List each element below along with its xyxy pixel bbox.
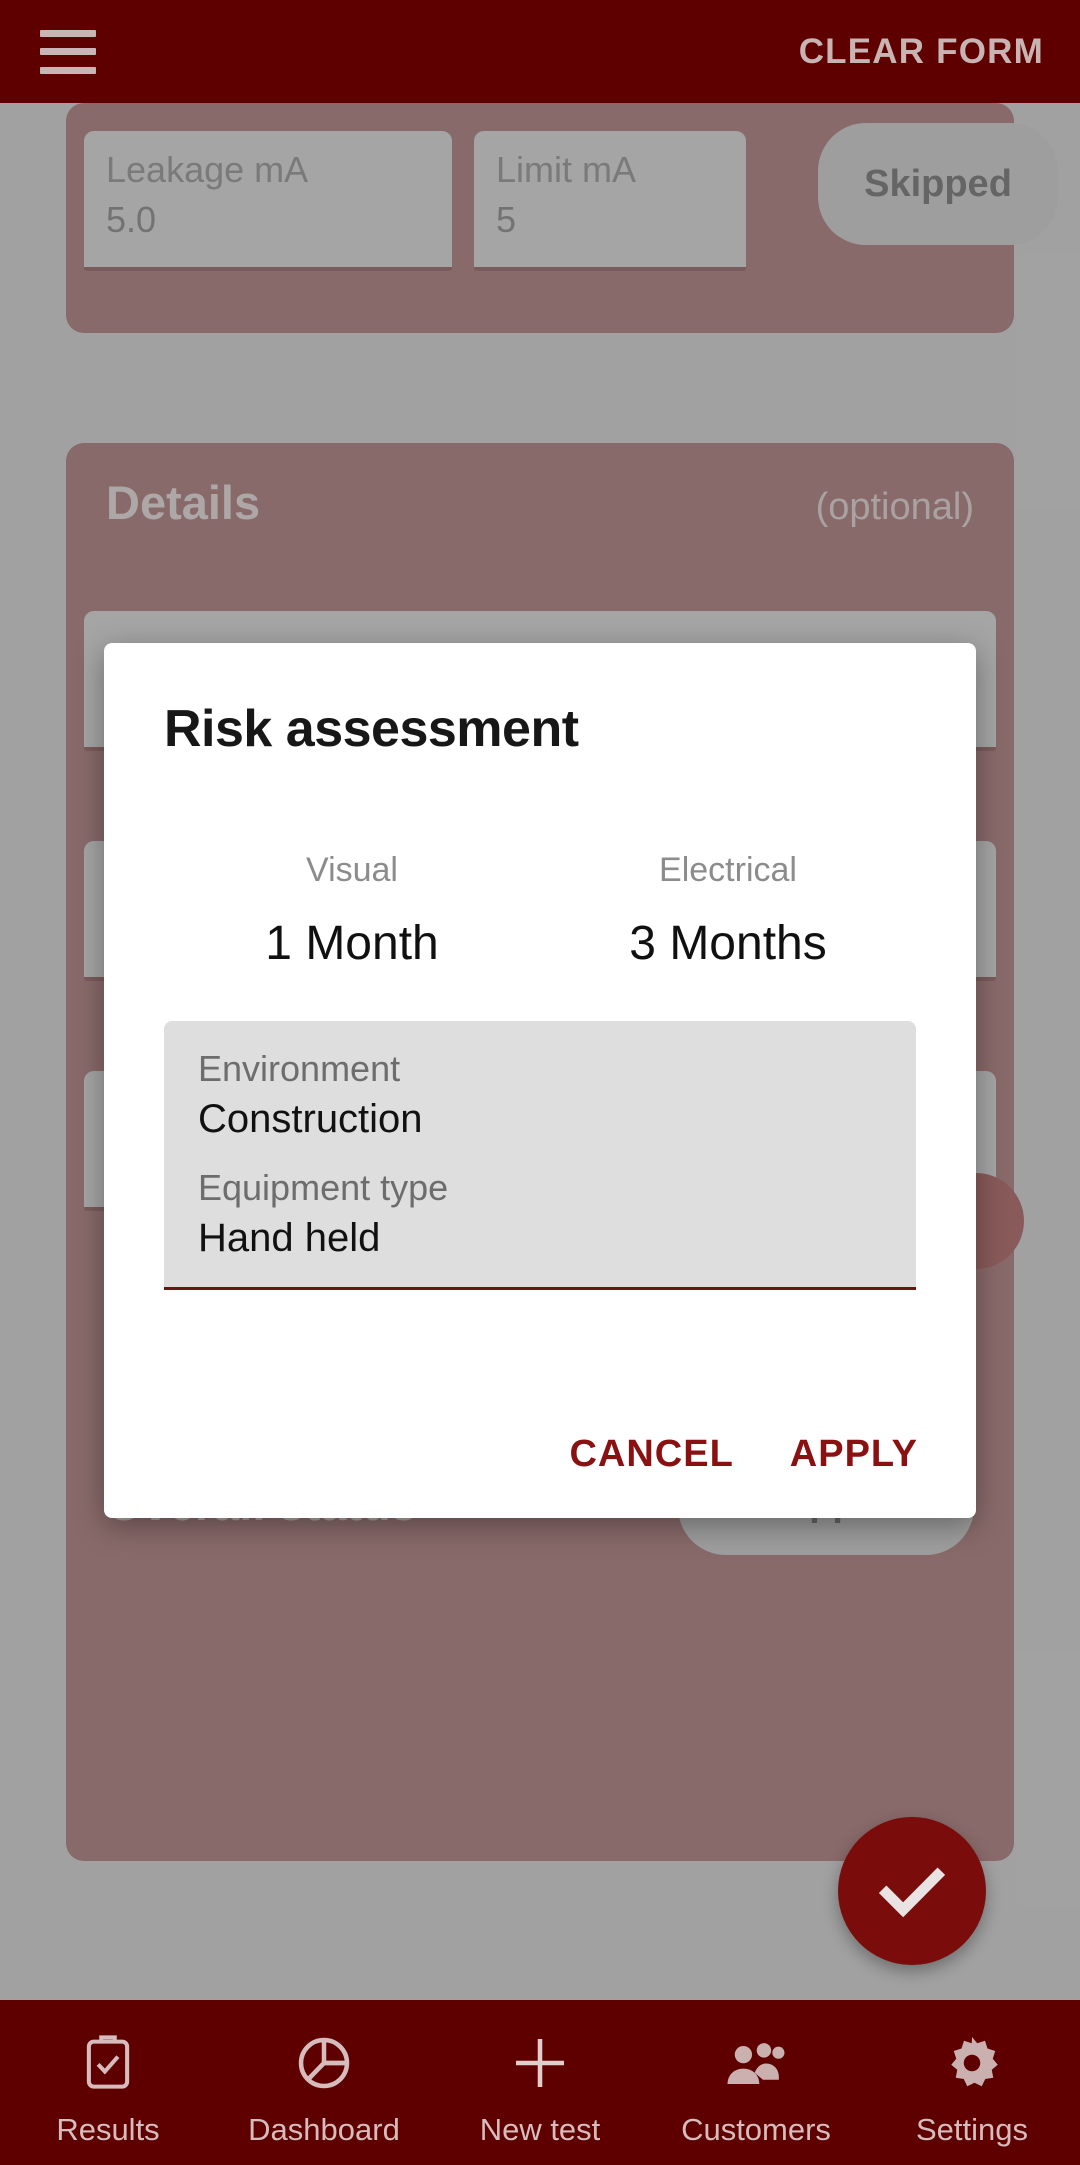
risk-assessment-dialog: Risk assessment Visual 1 Month Electrica… [104, 643, 976, 1518]
dialog-title: Risk assessment [164, 700, 579, 758]
electrical-period-caption: Electrical [659, 851, 797, 889]
clear-form-button[interactable]: CLEAR FORM [799, 32, 1044, 72]
people-icon [723, 2028, 789, 2098]
environment-select[interactable]: Environment Construction [198, 1047, 882, 1144]
app-bar: CLEAR FORM [0, 0, 1080, 103]
nav-item-dashboard[interactable]: Dashboard [216, 2000, 432, 2165]
nav-label-customers: Customers [681, 2111, 831, 2147]
select-spacer [198, 1144, 882, 1166]
equipment-type-value: Hand held [198, 1216, 381, 1261]
nav-label-results: Results [56, 2111, 160, 2147]
environment-label: Environment [198, 1048, 401, 1089]
cancel-button[interactable]: CANCEL [569, 1433, 733, 1476]
nav-item-settings[interactable]: Settings [864, 2000, 1080, 2165]
nav-label-dashboard: Dashboard [248, 2111, 400, 2147]
environment-value: Construction [198, 1097, 423, 1142]
bottom-navigation: Results Dashboard New test Customers Set… [0, 2000, 1080, 2165]
visual-period: Visual 1 Month [164, 851, 540, 971]
electrical-period-value: 3 Months [629, 917, 827, 970]
equipment-type-label: Equipment type [198, 1167, 449, 1209]
plus-icon [508, 2028, 572, 2098]
clipboard-check-icon [81, 2028, 135, 2098]
dialog-actions: CANCEL APPLY [569, 1433, 918, 1476]
nav-item-customers[interactable]: Customers [648, 2000, 864, 2165]
apply-button[interactable]: APPLY [790, 1433, 918, 1476]
hamburger-menu-icon[interactable] [40, 29, 96, 74]
visual-period-caption: Visual [306, 851, 398, 889]
save-fab[interactable] [838, 1817, 986, 1965]
nav-item-results[interactable]: Results [0, 2000, 216, 2165]
gear-icon [942, 2028, 1002, 2098]
pie-chart-icon [294, 2028, 354, 2098]
electrical-period: Electrical 3 Months [540, 851, 916, 971]
nav-item-new-test[interactable]: New test [432, 2000, 648, 2165]
risk-inputs-group: Environment Construction Equipment type … [164, 1021, 916, 1291]
period-summary-row: Visual 1 Month Electrical 3 Months [164, 851, 916, 971]
check-icon [878, 1867, 946, 1918]
visual-period-value: 1 Month [265, 917, 439, 970]
nav-label-new-test: New test [479, 2111, 601, 2147]
nav-label-settings: Settings [915, 2111, 1028, 2147]
equipment-type-select[interactable]: Equipment type Hand held [198, 1166, 882, 1263]
